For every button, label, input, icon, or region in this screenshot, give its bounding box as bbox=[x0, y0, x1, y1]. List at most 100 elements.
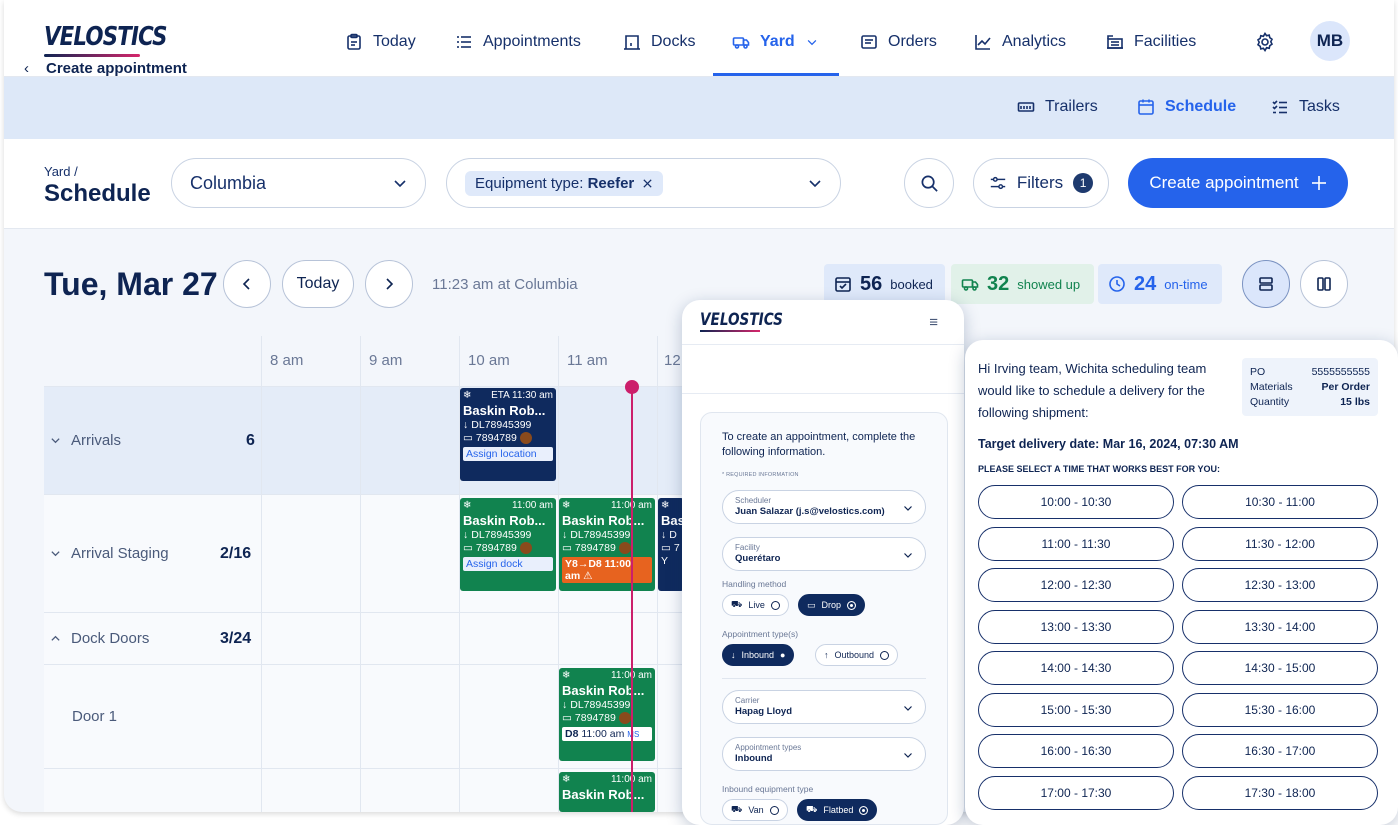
breadcrumb[interactable]: Yard / bbox=[44, 164, 78, 179]
appointment-card[interactable]: ❄ ETA 11:30 am Baskin Rob... ↓ DL78945399 … bbox=[460, 388, 556, 481]
handling-live-option[interactable]: ⛟ Live bbox=[722, 594, 789, 616]
current-time-note: 11:23 am at Columbia bbox=[432, 276, 578, 293]
time-slot-button[interactable]: 15:00 - 15:30 bbox=[978, 692, 1174, 727]
nav-orders[interactable]: Orders bbox=[860, 30, 937, 54]
close-icon[interactable] bbox=[642, 178, 653, 189]
materials-value: Per Order bbox=[1321, 381, 1370, 393]
stat-showed-up-label: showed up bbox=[1017, 276, 1081, 292]
time-slot-button[interactable]: 11:00 - 11:30 bbox=[978, 526, 1174, 561]
dock-icon bbox=[624, 35, 640, 50]
appointment-types-value: Inbound bbox=[735, 753, 773, 764]
create-appointment-label: Create appointment bbox=[1149, 173, 1299, 192]
inbound-option[interactable]: ↓ Inbound ● bbox=[722, 644, 795, 666]
row-view-button[interactable] bbox=[1242, 260, 1290, 308]
equipment-flatbed-option[interactable]: ⛟ Flatbed bbox=[797, 799, 878, 821]
row-dock-doors-toggle[interactable]: Dock Doors bbox=[50, 630, 149, 647]
appointment-card[interactable]: ❄ Bas ↓ D ▭ 7 Y bbox=[658, 498, 684, 591]
row-arrival-staging-toggle[interactable]: Arrival Staging bbox=[50, 545, 169, 562]
back-chevron-icon[interactable]: ‹ bbox=[24, 60, 29, 77]
trailer-icon: ▭ bbox=[562, 712, 572, 724]
download-icon: ↓ bbox=[661, 529, 667, 541]
nav-docks[interactable]: Docks bbox=[623, 30, 695, 54]
time-slot-button[interactable]: 13:00 - 13:30 bbox=[978, 609, 1174, 644]
time-slot-button[interactable]: 11:30 - 12:00 bbox=[1182, 526, 1378, 561]
mobile-header bbox=[682, 344, 964, 394]
time-slot-button[interactable]: 17:30 - 18:00 bbox=[1182, 775, 1378, 810]
assign-dock-button[interactable]: Assign dock bbox=[463, 557, 553, 571]
orders-icon bbox=[861, 35, 877, 49]
time-slot-button[interactable]: 15:30 - 16:00 bbox=[1182, 692, 1378, 727]
filters-button[interactable]: Filters 1 bbox=[973, 158, 1109, 208]
nav-today[interactable]: Today bbox=[345, 30, 416, 54]
create-appointment-button[interactable]: Create appointment bbox=[1128, 158, 1348, 208]
assign-location-button[interactable]: Assign location bbox=[463, 447, 553, 461]
appointment-types-field[interactable]: Appointment types Inbound bbox=[722, 737, 926, 771]
calendar-icon bbox=[1138, 99, 1154, 115]
time-slot-button[interactable]: 14:00 - 14:30 bbox=[978, 651, 1174, 685]
time-slot-button[interactable]: 16:00 - 16:30 bbox=[978, 734, 1174, 768]
filters-count-badge: 1 bbox=[1073, 173, 1094, 193]
subnav-tasks[interactable]: Tasks bbox=[1271, 98, 1340, 116]
nav-analytics[interactable]: Analytics bbox=[974, 30, 1066, 54]
time-slot-button[interactable]: 12:30 - 13:00 bbox=[1182, 568, 1378, 602]
time-slot-button[interactable]: 10:00 - 10:30 bbox=[978, 485, 1174, 519]
chevron-left-icon bbox=[242, 278, 250, 290]
chevron-up-icon bbox=[51, 635, 60, 641]
brand-logo[interactable]: VELOSTICS bbox=[44, 22, 168, 52]
page-title: Schedule bbox=[44, 180, 151, 207]
target-delivery-date: Target delivery date: Mar 16, 2024, 07:3… bbox=[978, 437, 1239, 451]
equipment-van-option[interactable]: ⛟ Van bbox=[722, 799, 788, 821]
handling-drop-option[interactable]: ▭ Drop bbox=[798, 594, 866, 616]
nav-appointments[interactable]: Appointments bbox=[455, 30, 581, 54]
time-slot-button[interactable]: 13:30 - 14:00 bbox=[1182, 609, 1378, 644]
next-day-button[interactable] bbox=[365, 260, 413, 308]
time-slot-button[interactable]: 10:30 - 11:00 bbox=[1182, 485, 1378, 519]
scheduler-field[interactable]: Scheduler Juan Salazar (j.s@velostics.co… bbox=[722, 490, 926, 524]
row-arrivals bbox=[44, 386, 684, 494]
nav-active-indicator bbox=[713, 73, 839, 76]
user-avatar[interactable]: MB bbox=[1310, 21, 1350, 61]
appointment-type-label: Appointment type(s) bbox=[722, 629, 799, 639]
gear-icon[interactable] bbox=[1254, 31, 1276, 53]
appointment-card[interactable]: ❄ 11:00 am Baskin Rob... ↓ DL78945399 ▭ 789… bbox=[559, 668, 655, 761]
time-slot-button[interactable]: 16:30 - 17:00 bbox=[1182, 734, 1378, 768]
equipment-type-select[interactable]: Equipment type: Reefer bbox=[446, 158, 841, 208]
today-button[interactable]: Today bbox=[282, 260, 354, 308]
handling-live-label: Live bbox=[748, 600, 765, 610]
nav-facilities[interactable]: Facilities bbox=[1106, 30, 1196, 54]
column-view-button[interactable] bbox=[1300, 260, 1348, 308]
subnav-trailers[interactable]: Trailers bbox=[1017, 98, 1098, 116]
time-slot-button[interactable]: 12:00 - 12:30 bbox=[978, 568, 1174, 602]
search-button[interactable] bbox=[904, 158, 954, 208]
hamburger-menu-icon[interactable]: ≡ bbox=[929, 314, 938, 331]
form-divider bbox=[722, 678, 926, 679]
appointment-card[interactable]: ❄ 11:00 am Baskin Rob... ↓ DL78945399 ▭ 789… bbox=[559, 498, 655, 591]
nav-yard[interactable]: Yard bbox=[732, 30, 819, 54]
list-icon bbox=[457, 36, 471, 48]
subnav-schedule[interactable]: Schedule bbox=[1137, 98, 1236, 116]
driver-avatar bbox=[519, 542, 532, 554]
time-slot-button[interactable]: 14:30 - 15:00 bbox=[1182, 651, 1378, 685]
facility-select[interactable]: Columbia bbox=[171, 158, 426, 208]
carrier-label: Carrier bbox=[735, 696, 760, 705]
outbound-option[interactable]: ↑ Outbound bbox=[815, 644, 899, 666]
snowflake-icon: ❄ bbox=[463, 500, 472, 511]
radio-icon bbox=[847, 600, 857, 610]
facility-label: Facility bbox=[735, 543, 760, 552]
radio-icon bbox=[770, 600, 780, 610]
handling-drop-label: Drop bbox=[821, 600, 842, 610]
scheduler-value: Juan Salazar (j.s@velostics.com) bbox=[735, 506, 885, 517]
appointment-card[interactable]: ❄ 11:00 am Baskin Rob... ↓ DL78945399 ▭ 789… bbox=[460, 498, 556, 591]
row-arrivals-toggle[interactable]: Arrivals bbox=[50, 432, 121, 449]
radio-icon bbox=[769, 805, 779, 815]
carrier-field[interactable]: Carrier Hapag Lloyd bbox=[722, 690, 926, 724]
truck-icon: ⛟ bbox=[806, 804, 818, 814]
appointment-card[interactable]: ❄ 11:00 am Baskin Rob... bbox=[559, 772, 655, 812]
time-slot-button[interactable]: 17:00 - 17:30 bbox=[978, 775, 1174, 810]
card-carrier-name: Baskin Rob... bbox=[562, 513, 645, 528]
facility-field[interactable]: Facility Querétaro bbox=[722, 537, 926, 571]
previous-day-button[interactable] bbox=[223, 260, 271, 308]
trailer-icon: ▭ bbox=[807, 599, 816, 610]
stat-on-time-label: on-time bbox=[1164, 276, 1208, 292]
facility-select-value: Columbia bbox=[190, 172, 267, 193]
